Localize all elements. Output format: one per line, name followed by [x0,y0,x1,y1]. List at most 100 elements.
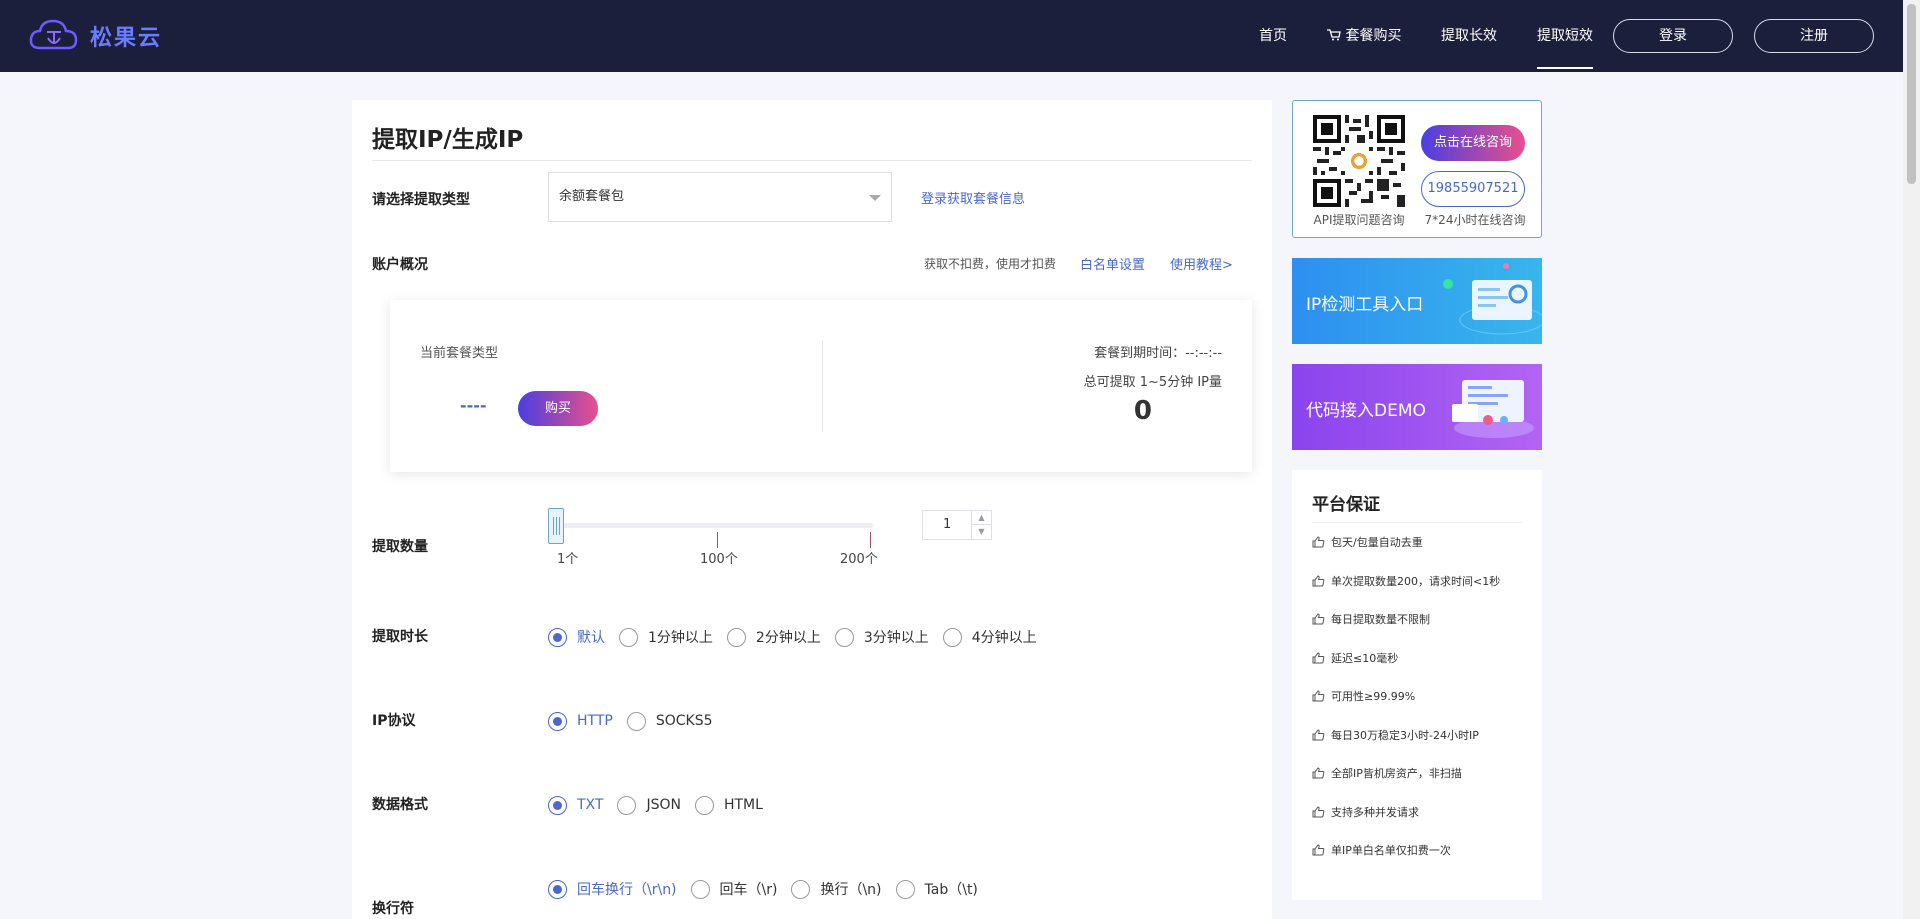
guarantee-item-text: 每日30万稳定3小时-24小时IP [1331,728,1479,742]
guarantee-item-text: 包天/包量自动去重 [1331,536,1423,549]
code-demo-banner-text: 代码接入DEMO [1306,401,1426,421]
decrement-icon[interactable]: ▼ [972,525,991,539]
buy-button[interactable]: 购买 [518,391,598,426]
duration-option-2min[interactable]: 2分钟以上 [726,627,821,647]
ip-check-illustration-icon [1443,263,1542,335]
quantity-slider-track[interactable] [548,523,873,528]
extract-type-label: 请选择提取类型 [372,192,470,208]
quantity-stepper-value: 1 [943,517,952,532]
account-overview-label: 账户概况 [372,257,428,273]
guarantee-title: 平台保证 [1312,495,1380,515]
package-expire-time: 套餐到期时间：--:--:-- [1094,346,1222,361]
qr-caption: API提取问题咨询 [1313,213,1405,227]
thumbs-up-icon [1312,805,1325,817]
page-title: 提取IP/生成IP [372,127,524,153]
page-scrollbar[interactable] [1903,0,1920,919]
platform-guarantee-panel: 平台保证 包天/包量自动去重单次提取数量200，请求时间<1秒 每日提取数量不限制… [1292,470,1542,900]
newline-option-cr[interactable]: 回车（\r) [690,879,777,899]
cloud-logo-icon [29,19,78,50]
dropdown-caret-icon [869,195,881,201]
protocol-option-http[interactable]: HTTP [548,711,613,731]
protocol-radio-group: HTTP SOCKS5 [548,710,726,732]
newline-option-tab[interactable]: Tab（\t) [895,879,978,899]
whitelist-link[interactable]: 白名单设置 [1080,254,1145,273]
guarantee-item-text: 单次提取数量200，请求时间<1秒 [1331,574,1501,588]
format-option-json[interactable]: JSON [617,795,681,815]
extract-type-value: 余额套餐包 [559,189,625,204]
contact-box: API提取问题咨询 点击在线咨询 19855907521 7*24小时在线咨询 [1292,100,1542,238]
format-option-html[interactable]: HTML [694,795,763,815]
extract-type-select[interactable]: 余额套餐包 [548,172,892,222]
phone-number[interactable]: 19855907521 [1421,171,1525,207]
code-demo-illustration-icon [1452,380,1534,438]
thumbs-up-icon [1312,574,1325,586]
online-consult-button[interactable]: 点击在线咨询 [1421,125,1525,161]
login-button[interactable]: 登录 [1613,19,1733,53]
guarantee-item-text: 每日提取数量不限制 [1331,613,1430,626]
thumbs-up-icon [1312,690,1325,702]
tutorial-link[interactable]: 使用教程> [1170,254,1233,273]
total-extractable-label: 总可提取 1~5分钟 IP量 [1083,375,1222,390]
logo[interactable]: 松果云 [28,18,162,54]
nav-extract-long[interactable]: 提取长效 [1441,0,1497,72]
total-extractable-value: 0 [1133,396,1152,426]
newline-option-lf[interactable]: 换行（\n) [791,879,882,899]
slider-tick-200 [870,532,871,548]
guarantee-item-text: 可用性≥99.99% [1331,690,1416,703]
guarantee-item-text: 单IP单白名单仅扣费一次 [1331,844,1451,857]
cart-icon [1327,29,1341,41]
ip-check-banner-text: IP检测工具入口 [1306,295,1424,315]
quantity-slider-handle[interactable] [548,508,564,544]
service-hours: 7*24小时在线咨询 [1424,213,1526,227]
guarantee-item: 支持多种并发请求 [1312,804,1419,820]
guarantee-item: 可用性≥99.99% [1312,688,1415,704]
register-button[interactable]: 注册 [1754,19,1874,53]
format-option-txt[interactable]: TXT [548,795,603,815]
increment-icon[interactable]: ▲ [972,511,991,525]
guarantee-item: 单次提取数量200，请求时间<1秒 [1312,573,1500,589]
quantity-stepper[interactable]: 1 ▲ ▼ [922,510,992,540]
thumbs-up-icon [1312,728,1325,740]
duration-option-4min[interactable]: 4分钟以上 [942,627,1037,647]
slider-mark-100: 100个 [700,552,738,567]
nav-extract-short[interactable]: 提取短效 [1537,0,1593,72]
thumbs-up-icon [1312,536,1325,548]
guarantee-item: 每日30万稳定3小时-24小时IP [1312,727,1479,743]
current-package-value: ---- [460,396,487,415]
slider-mark-200: 200个 [840,552,878,567]
format-label: 数据格式 [372,797,428,813]
thumbs-up-icon [1312,613,1325,625]
guarantee-item: 每日提取数量不限制 [1312,611,1430,627]
extract-panel: 提取IP/生成IP 请选择提取类型 余额套餐包 登录获取套餐信息 账户概况 获取… [352,100,1272,919]
duration-option-default[interactable]: 默认 [548,627,605,647]
thumbs-up-icon [1312,844,1325,856]
guarantee-item-text: 全部IP皆机房资产，非扫描 [1331,767,1462,780]
ip-check-tool-banner[interactable]: IP检测工具入口 [1292,258,1542,344]
newline-label: 换行符 [372,901,414,917]
guarantee-divider [1312,522,1522,523]
protocol-option-socks5[interactable]: SOCKS5 [626,711,712,731]
guarantee-item: 全部IP皆机房资产，非扫描 [1312,765,1462,781]
qr-code-icon [1313,115,1405,207]
newline-option-crlf[interactable]: 回车换行（\r\n) [548,879,677,899]
slider-mark-1: 1个 [557,552,579,567]
thumbs-up-icon [1312,767,1325,779]
scrollbar-thumb[interactable] [1907,4,1916,184]
top-nav-bar: 松果云 首页 套餐购买 提取长效 提取短效 登录 注册 [0,0,1920,72]
duration-option-3min[interactable]: 3分钟以上 [834,627,929,647]
login-package-link[interactable]: 登录获取套餐信息 [921,188,1025,207]
code-demo-banner[interactable]: 代码接入DEMO [1292,364,1542,450]
account-card: 当前套餐类型 ---- 购买 套餐到期时间：--:--:-- 总可提取 1~5分… [390,300,1252,472]
nav-package-purchase[interactable]: 套餐购买 [1327,0,1401,72]
current-package-label: 当前套餐类型 [420,346,499,361]
guarantee-item: 延迟≤10毫秒 [1312,650,1398,666]
guarantee-item: 包天/包量自动去重 [1312,534,1423,550]
nav-home[interactable]: 首页 [1259,0,1287,72]
duration-label: 提取时长 [372,629,428,645]
title-divider [372,160,1252,161]
guarantee-item-text: 延迟≤10毫秒 [1331,651,1399,665]
card-divider [822,340,823,432]
duration-option-1min[interactable]: 1分钟以上 [619,627,713,647]
guarantee-item-text: 支持多种并发请求 [1331,805,1419,819]
logo-text: 松果云 [90,26,163,51]
